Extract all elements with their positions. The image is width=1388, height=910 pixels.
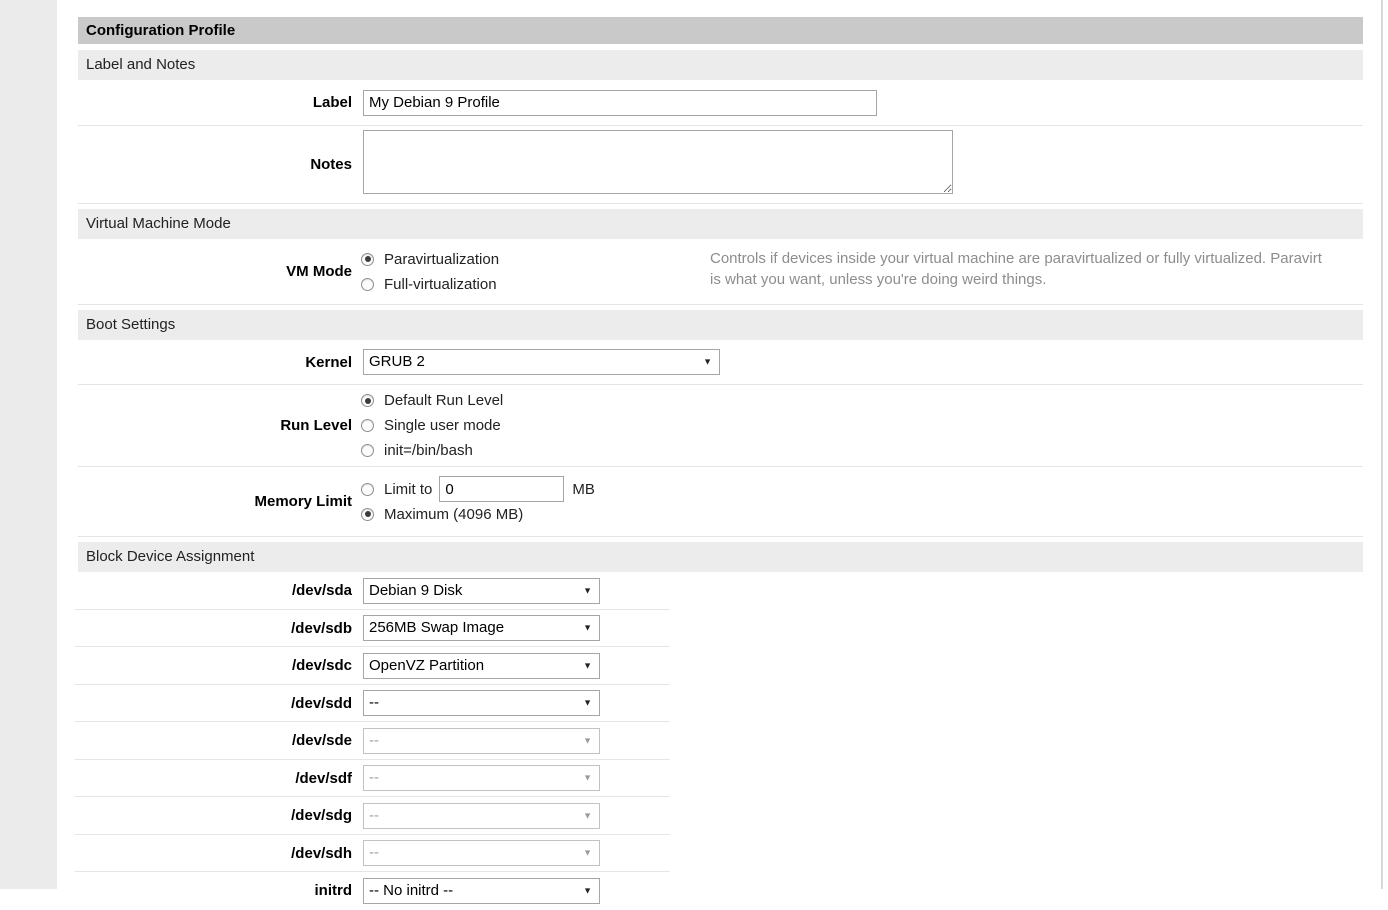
notes-textarea[interactable] <box>363 130 953 194</box>
initrd-select[interactable]: -- No initrd -- ▼ <box>363 878 600 904</box>
sdh-select: -- ▼ <box>363 840 600 866</box>
run-level-row: Run Level Default Run Level Single user … <box>78 385 1363 467</box>
radio-label[interactable]: Single user mode <box>384 417 501 434</box>
vm-mode-option-full-virtualization[interactable]: Full-virtualization <box>352 272 499 297</box>
chevron-down-icon: ▼ <box>583 586 592 595</box>
chevron-down-icon: ▼ <box>583 699 592 708</box>
device-label: /dev/sda <box>78 582 352 599</box>
run-level-option-single-user[interactable]: Single user mode <box>352 413 503 438</box>
sda-select[interactable]: Debian 9 Disk ▼ <box>363 578 600 604</box>
notes-row: Notes <box>78 126 1363 204</box>
device-label: /dev/sdh <box>78 845 352 862</box>
radio-selected-icon[interactable] <box>361 394 374 407</box>
device-label: /dev/sdf <box>78 770 352 787</box>
radio-unselected-icon[interactable] <box>361 444 374 457</box>
device-label: /dev/sdb <box>78 620 352 637</box>
chevron-down-icon: ▼ <box>583 811 592 820</box>
select-value: -- <box>369 769 379 786</box>
radio-label[interactable]: Paravirtualization <box>384 251 499 268</box>
select-value: -- <box>369 807 379 824</box>
radio-unselected-icon[interactable] <box>361 278 374 291</box>
block-device-row-sdg: /dev/sdg -- ▼ <box>78 797 1363 835</box>
chevron-down-icon: ▼ <box>583 736 592 745</box>
radio-label[interactable]: Default Run Level <box>384 392 503 409</box>
section-header-block-devices: Block Device Assignment <box>78 542 1363 572</box>
block-device-row-sde: /dev/sde -- ▼ <box>78 722 1363 760</box>
vm-mode-row: VM Mode Paravirtualization Full-virtuali… <box>78 239 1363 305</box>
label-input[interactable] <box>363 90 877 116</box>
section-header-label-and-notes: Label and Notes <box>78 50 1363 80</box>
configuration-profile-panel: Configuration Profile Label and Notes La… <box>78 17 1363 910</box>
run-level-option-default[interactable]: Default Run Level <box>352 388 503 413</box>
radio-selected-icon[interactable] <box>361 253 374 266</box>
device-label: /dev/sde <box>78 732 352 749</box>
select-value: OpenVZ Partition <box>369 657 484 674</box>
kernel-select-value: GRUB 2 <box>369 353 425 370</box>
memory-limit-label: Memory Limit <box>78 493 352 510</box>
vm-mode-label: VM Mode <box>78 263 352 280</box>
notes-field-label: Notes <box>78 156 352 173</box>
run-level-label: Run Level <box>78 417 352 434</box>
vm-mode-help-text: Controls if devices inside your virtual … <box>710 248 1328 290</box>
memory-unit-label: MB <box>572 481 595 498</box>
device-label: /dev/sdc <box>78 657 352 674</box>
run-level-option-init-bash[interactable]: init=/bin/bash <box>352 438 503 463</box>
radio-label[interactable]: init=/bin/bash <box>384 442 473 459</box>
kernel-select[interactable]: GRUB 2 ▼ <box>363 349 720 375</box>
block-device-row-sda: /dev/sda Debian 9 Disk ▼ <box>78 572 1363 610</box>
sde-select: -- ▼ <box>363 728 600 754</box>
sdd-select[interactable]: -- ▼ <box>363 690 600 716</box>
radio-unselected-icon[interactable] <box>361 483 374 496</box>
select-value: -- <box>369 844 379 861</box>
section-header-vm-mode: Virtual Machine Mode <box>78 209 1363 239</box>
radio-label[interactable]: Limit to <box>384 481 432 498</box>
panel-title: Configuration Profile <box>78 17 1363 44</box>
device-label: initrd <box>78 882 352 899</box>
sdc-select[interactable]: OpenVZ Partition ▼ <box>363 653 600 679</box>
block-device-row-sdf: /dev/sdf -- ▼ <box>78 760 1363 798</box>
block-device-row-sdb: /dev/sdb 256MB Swap Image ▼ <box>78 610 1363 648</box>
block-device-row-sdh: /dev/sdh -- ▼ <box>78 835 1363 873</box>
kernel-label: Kernel <box>78 354 352 371</box>
select-value: -- <box>369 694 379 711</box>
block-device-row-sdd: /dev/sdd -- ▼ <box>78 685 1363 723</box>
memory-limit-row: Memory Limit Limit to MB Maximum (4096 M… <box>78 467 1363 537</box>
block-device-row-sdc: /dev/sdc OpenVZ Partition ▼ <box>78 647 1363 685</box>
scrollbar-track-edge <box>1381 0 1383 889</box>
select-value: -- <box>369 732 379 749</box>
block-device-row-initrd: initrd -- No initrd -- ▼ <box>78 872 1363 910</box>
radio-label[interactable]: Full-virtualization <box>384 276 497 293</box>
chevron-down-icon: ▼ <box>583 624 592 633</box>
label-row: Label <box>78 80 1363 126</box>
memory-limit-input[interactable] <box>439 476 564 502</box>
page-left-margin <box>0 0 57 889</box>
radio-label[interactable]: Maximum (4096 MB) <box>384 506 523 523</box>
radio-selected-icon[interactable] <box>361 508 374 521</box>
memory-limit-option-limit[interactable]: Limit to MB <box>352 477 595 502</box>
device-label: /dev/sdg <box>78 807 352 824</box>
chevron-down-icon: ▼ <box>583 886 592 895</box>
sdf-select: -- ▼ <box>363 765 600 791</box>
select-value: 256MB Swap Image <box>369 619 504 636</box>
sdb-select[interactable]: 256MB Swap Image ▼ <box>363 615 600 641</box>
chevron-down-icon: ▼ <box>583 774 592 783</box>
radio-unselected-icon[interactable] <box>361 419 374 432</box>
vm-mode-option-paravirtualization[interactable]: Paravirtualization <box>352 247 499 272</box>
chevron-down-icon: ▼ <box>703 358 712 367</box>
select-value: Debian 9 Disk <box>369 582 462 599</box>
sdg-select: -- ▼ <box>363 803 600 829</box>
device-label: /dev/sdd <box>78 695 352 712</box>
section-header-boot-settings: Boot Settings <box>78 310 1363 340</box>
memory-limit-option-maximum[interactable]: Maximum (4096 MB) <box>352 502 595 527</box>
label-field-label: Label <box>78 94 352 111</box>
kernel-row: Kernel GRUB 2 ▼ <box>78 340 1363 385</box>
chevron-down-icon: ▼ <box>583 661 592 670</box>
select-value: -- No initrd -- <box>369 882 453 899</box>
chevron-down-icon: ▼ <box>583 849 592 858</box>
